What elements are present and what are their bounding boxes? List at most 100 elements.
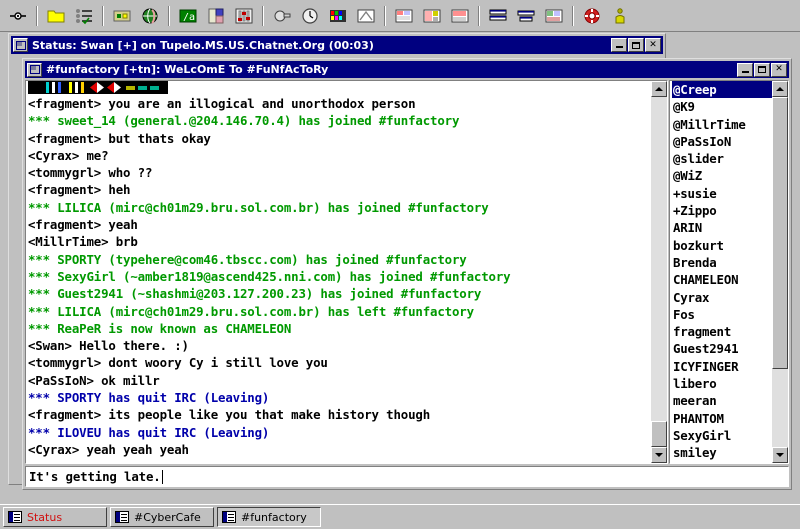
channel-window: #funfactory [+tn]: WeLcOmE To #FuNfAcToR…	[22, 58, 792, 490]
nicklist-item[interactable]: smiley	[672, 444, 772, 461]
chat-vertical-scrollbar[interactable]	[651, 81, 667, 463]
globe-icon[interactable]	[137, 4, 163, 28]
nicklist-item[interactable]: +Zippo	[672, 202, 772, 219]
chat-line: *** SexyGirl (~amber1819@ascend425.nni.c…	[28, 268, 651, 285]
help-lifering-icon[interactable]	[579, 4, 605, 28]
script-editor-icon[interactable]: /a	[175, 4, 201, 28]
message-input[interactable]: It's getting late.	[29, 469, 161, 484]
nicklist-item[interactable]: ARIN	[672, 219, 772, 236]
dcc-chat-icon[interactable]	[297, 4, 323, 28]
dcc-send-icon[interactable]	[269, 4, 295, 28]
chat-line: <PaSsIoN> ok millr	[28, 372, 651, 389]
nicklist-item[interactable]: bozkurt	[672, 237, 772, 254]
tile-vertical-icon-glyph	[516, 7, 536, 25]
chat-scroll-down-button[interactable]	[651, 447, 667, 463]
nicklist-scroll-thumb[interactable]	[772, 97, 788, 369]
chat-line: <fragment> yeah	[28, 216, 651, 233]
chat-scroll-track[interactable]	[651, 97, 667, 447]
finger-icon-glyph	[356, 7, 376, 25]
nicklist-scroll-up-button[interactable]	[772, 81, 788, 97]
chat-line: *** SPORTY (typehere@com46.tbscc.com) ha…	[28, 251, 651, 268]
chat-message-log[interactable]: <fragment> you are an illogical and unor…	[26, 81, 651, 463]
status-close-button[interactable]: ✕	[645, 38, 661, 52]
chat-line: <fragment> you are an illogical and unor…	[28, 95, 651, 112]
links-icon[interactable]	[447, 4, 473, 28]
chat-line: *** LILICA (mirc@ch01m29.bru.sol.com.br)…	[28, 199, 651, 216]
address-book-icon[interactable]	[203, 4, 229, 28]
nicklist-item[interactable]: ICYFINGER	[672, 358, 772, 375]
channel-maximize-button[interactable]	[754, 63, 770, 77]
nicklist-scroll-down-button[interactable]	[772, 447, 788, 463]
address-book-icon-glyph	[206, 7, 226, 25]
whois-icon-glyph	[394, 7, 414, 25]
taskbar-item-cybercafe[interactable]: #CyberCafe	[110, 507, 214, 527]
status-minimize-button[interactable]	[611, 38, 627, 52]
nicklist[interactable]: @Creep@K9@MillrTime@PaSsIoN@slider@WiZ+s…	[670, 81, 772, 463]
channel-minimize-button[interactable]	[737, 63, 753, 77]
window-taskbar: Status #CyberCafe #funfactory	[0, 504, 800, 529]
notify-icon[interactable]	[419, 4, 445, 28]
toolbar-separator	[36, 6, 38, 26]
status-window-titlebar[interactable]: Status: Swan [+] on Tupelo.MS.US.Chatnet…	[11, 36, 663, 54]
nicklist-item[interactable]: SexyGirl	[672, 427, 772, 444]
channel-system-menu-icon[interactable]	[27, 63, 42, 77]
chat-scroll-thumb[interactable]	[651, 421, 667, 447]
help-lifering-icon-glyph	[582, 7, 602, 25]
channels-folder-icon[interactable]	[109, 4, 135, 28]
options-list-icon[interactable]	[71, 4, 97, 28]
folder-icon[interactable]	[43, 4, 69, 28]
nicklist-item[interactable]: CHAMELEON	[672, 271, 772, 288]
system-menu-icon[interactable]	[13, 38, 28, 52]
nicklist-item[interactable]: meeran	[672, 392, 772, 409]
channel-window-titlebar[interactable]: #funfactory [+tn]: WeLcOmE To #FuNfAcToR…	[25, 61, 789, 78]
nicklist-item[interactable]: Guest2941	[672, 340, 772, 357]
chat-scroll-up-button[interactable]	[651, 81, 667, 97]
mirc-color-strip	[28, 81, 168, 94]
nicklist-item[interactable]: Cyrax	[672, 289, 772, 306]
nicklist-item[interactable]: @K9	[672, 98, 772, 115]
nicklist-item[interactable]: SoulG-AFK	[672, 462, 772, 463]
arrange-icons-icon-glyph	[544, 7, 564, 25]
nicklist-item[interactable]: Brenda	[672, 254, 772, 271]
status-maximize-button[interactable]	[628, 38, 644, 52]
finger-icon[interactable]	[353, 4, 379, 28]
chat-line: *** ILOVEU has quit IRC (Leaving)	[28, 424, 651, 441]
dcc-chat-icon-glyph	[300, 7, 320, 25]
window-icon	[115, 511, 129, 523]
channel-close-button[interactable]: ✕	[771, 63, 787, 77]
nicklist-scroll-track[interactable]	[772, 97, 788, 447]
nicklist-item[interactable]: @Creep	[672, 81, 772, 98]
message-input-row[interactable]: It's getting late.	[25, 466, 789, 487]
connect-icon[interactable]	[5, 4, 31, 28]
nicklist-item[interactable]: @WiZ	[672, 167, 772, 184]
nicklist-item[interactable]: fragment	[672, 323, 772, 340]
nicklist-item[interactable]: Fos	[672, 306, 772, 323]
tile-horizontal-icon[interactable]	[485, 4, 511, 28]
chat-lines-container: <fragment> you are an illogical and unor…	[28, 95, 651, 458]
taskbar-item-status[interactable]: Status	[3, 507, 107, 527]
colors-icon-glyph	[328, 7, 348, 25]
nicklist-vertical-scrollbar[interactable]	[772, 81, 788, 463]
nicklist-item[interactable]: PHANTOM	[672, 410, 772, 427]
arrange-icons-icon[interactable]	[541, 4, 567, 28]
colors-icon[interactable]	[325, 4, 351, 28]
tile-vertical-icon[interactable]	[513, 4, 539, 28]
chat-line: <fragment> heh	[28, 181, 651, 198]
channel-window-controls: ✕	[737, 63, 787, 77]
nicklist-item[interactable]: @PaSsIoN	[672, 133, 772, 150]
folder-icon-glyph	[46, 7, 66, 25]
nicklist-item[interactable]: +susie	[672, 185, 772, 202]
main-toolbar: /a	[0, 0, 800, 32]
toolbar-separator	[102, 6, 104, 26]
control-panel-icon[interactable]	[231, 4, 257, 28]
nicklist-item[interactable]: @slider	[672, 150, 772, 167]
chat-line: *** LILICA (mirc@ch01m29.bru.sol.com.br)…	[28, 303, 651, 320]
whois-icon[interactable]	[391, 4, 417, 28]
nicklist-item[interactable]: @MillrTime	[672, 116, 772, 133]
about-icon[interactable]	[607, 4, 633, 28]
tile-horizontal-icon-glyph	[488, 7, 508, 25]
taskbar-item-funfactory[interactable]: #funfactory	[217, 507, 321, 527]
nicklist-item[interactable]: libero	[672, 375, 772, 392]
channel-panes: <fragment> you are an illogical and unor…	[25, 80, 789, 464]
chat-line: <Cyrax> me?	[28, 147, 651, 164]
